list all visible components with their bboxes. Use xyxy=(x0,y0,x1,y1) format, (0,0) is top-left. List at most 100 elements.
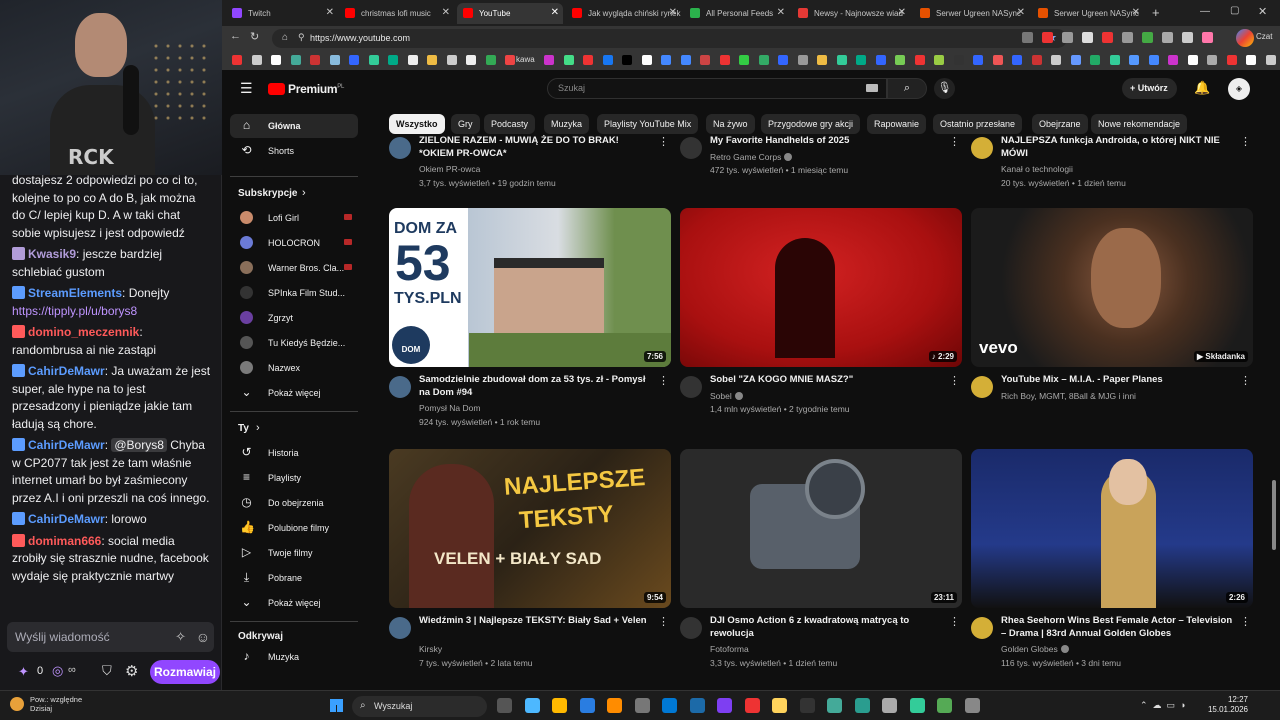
extension-icon[interactable] xyxy=(1142,32,1153,43)
bookmark-icon[interactable] xyxy=(485,55,496,65)
channel-avatar[interactable] xyxy=(680,617,702,639)
more-options-icon[interactable]: ⋮ xyxy=(949,374,960,387)
bookmark-icon[interactable] xyxy=(700,55,710,65)
chat-send-button[interactable]: Rozmawiaj xyxy=(150,660,220,684)
filter-chip[interactable]: Podcasty xyxy=(484,114,536,134)
taskbar-app-icon[interactable] xyxy=(552,698,567,713)
bookmark-icon[interactable] xyxy=(446,55,457,65)
search-input[interactable]: Szukaj xyxy=(547,78,887,99)
show-more-subscriptions[interactable]: ⌄ Pokaż więcej xyxy=(230,381,358,405)
filter-chip[interactable]: Muzyka xyxy=(544,114,590,134)
sidebar-item-główna[interactable]: ⌂ Główna xyxy=(230,114,358,138)
sidebar-subscription[interactable]: Tu Kiedyś Będzie... xyxy=(230,331,358,355)
bookmark-icon[interactable] xyxy=(368,55,379,65)
channel-name[interactable]: Pomysł Na Dom xyxy=(419,402,659,416)
bookmark-icon[interactable] xyxy=(427,55,437,65)
sidebar-item-playlisty[interactable]: ≡ Playlisty xyxy=(230,466,358,490)
browser-tab[interactable]: Newsy - Najnowsze wiad ✕ xyxy=(792,3,910,24)
bookmark-icon[interactable] xyxy=(1265,55,1276,65)
chat-mention[interactable]: @Borys8 xyxy=(111,438,167,452)
bookmark-icon[interactable] xyxy=(778,55,788,65)
sidebar-subscription[interactable]: Nazwex xyxy=(230,356,358,380)
extension-icon[interactable] xyxy=(1202,32,1213,43)
video-card[interactable]: ♪ 2:29 Sobel "ZA KOGO MNIE MASZ?" Sobel 1,4… xyxy=(680,208,962,433)
channel-name[interactable]: Rich Boy, MGMT, 8Ball & MJG i inni xyxy=(1001,390,1241,404)
back-arrow-icon[interactable]: ← xyxy=(230,30,241,42)
chat-link[interactable]: https://tipply.pl/u/borys8 xyxy=(12,304,137,318)
bookmark-icon[interactable] xyxy=(232,55,242,65)
video-thumbnail[interactable]: 23:11 xyxy=(680,449,962,608)
chat-username[interactable]: Kwasik9 xyxy=(28,247,76,261)
bookmark-icon[interactable] xyxy=(836,55,847,65)
sidebar-item-music[interactable]: ♪ Muzyka xyxy=(230,645,358,669)
sidebar-subscription[interactable]: SPInka Film Stud... xyxy=(230,281,358,305)
channel-avatar[interactable] xyxy=(971,617,993,639)
extension-icon[interactable] xyxy=(1082,32,1093,43)
extension-icon[interactable] xyxy=(1102,32,1113,43)
extension-icon[interactable] xyxy=(1122,32,1133,43)
bookmark-icon[interactable] xyxy=(251,55,262,65)
channel-name[interactable]: Fotoforma xyxy=(710,643,950,657)
bookmark-icon[interactable] xyxy=(622,55,632,65)
settings-gear-icon[interactable]: ⚙ xyxy=(125,662,138,680)
system-tray[interactable]: ⌃☁▭◑ xyxy=(1140,700,1190,711)
sidebar-subscription[interactable]: Warner Bros. Cla... xyxy=(230,256,358,280)
channel-name[interactable]: Sobel xyxy=(710,391,732,401)
chat-username[interactable]: StreamElements xyxy=(28,286,122,300)
chat-message-input[interactable]: Wyślij wiadomość ✧ ☺ xyxy=(7,622,214,652)
bookmark-icon[interactable] xyxy=(466,55,476,65)
account-avatar[interactable]: ◈ xyxy=(1228,78,1250,100)
tab-close-icon[interactable]: ✕ xyxy=(898,7,906,18)
bookmark-icon[interactable] xyxy=(661,55,671,65)
channel-avatar[interactable] xyxy=(389,137,411,159)
tab-close-icon[interactable]: ✕ xyxy=(442,7,450,18)
bookmark-icon[interactable] xyxy=(1090,55,1100,65)
bookmark-icon[interactable] xyxy=(310,55,320,65)
keyboard-icon[interactable] xyxy=(866,84,878,92)
sidebar-item-polubione-filmy[interactable]: 👍 Polubione filmy xyxy=(230,516,358,540)
create-button[interactable]: + Utwórz xyxy=(1122,78,1177,99)
bookmark-icon[interactable] xyxy=(1246,55,1256,65)
close-window-button[interactable]: ✕ xyxy=(1258,5,1267,18)
more-options-icon[interactable]: ⋮ xyxy=(658,374,669,387)
taskbar-app-icon[interactable] xyxy=(882,698,897,713)
tab-close-icon[interactable]: ✕ xyxy=(1132,7,1140,18)
sidebar-item-historia[interactable]: ↺ Historia xyxy=(230,441,358,465)
you-heading[interactable]: Ty xyxy=(238,423,249,434)
chat-username[interactable]: domino_meczennik xyxy=(28,325,139,339)
bookmark-icon[interactable] xyxy=(1129,55,1139,65)
bookmark-icon[interactable] xyxy=(719,55,730,65)
video-card[interactable]: vevo ▶ Składanka YouTube Mix – M.I.A. - Pa… xyxy=(971,208,1253,433)
emote-picker-icon[interactable]: ☺ xyxy=(196,629,210,645)
bookmark-icon[interactable] xyxy=(875,55,886,65)
bookmark-icon[interactable] xyxy=(797,55,808,65)
chat-username[interactable]: CahirDeMawr xyxy=(28,512,105,526)
sidebar-item-shorts[interactable]: ⟲ Shorts xyxy=(230,139,358,163)
filter-chip[interactable]: Obejrzane xyxy=(1032,114,1088,134)
channel-name[interactable]: Retro Game Corps xyxy=(710,152,781,162)
more-options-icon[interactable]: ⋮ xyxy=(1240,615,1251,628)
video-title[interactable]: DJI Osmo Action 6 z kwadratową matrycą t… xyxy=(710,615,942,640)
channel-avatar[interactable] xyxy=(971,137,993,159)
extension-icon[interactable] xyxy=(1062,32,1073,43)
more-options-icon[interactable]: ⋮ xyxy=(658,615,669,628)
bookmark-icon[interactable] xyxy=(1226,55,1237,65)
channel-avatar[interactable] xyxy=(389,376,411,398)
video-card[interactable]: My Favorite Handhelds of 2025 Retro Game … xyxy=(680,135,962,187)
taskbar-app-icon[interactable] xyxy=(717,698,732,713)
filter-chip[interactable]: Rapowanie xyxy=(867,114,927,134)
bookmark-icon[interactable] xyxy=(817,55,827,65)
bookmark-icon[interactable] xyxy=(271,55,281,65)
browser-tab[interactable]: Serwer Ugreen NASync ✕ xyxy=(1032,3,1144,24)
chat-username[interactable]: CahirDeMawr xyxy=(28,438,105,452)
page-scrollbar[interactable] xyxy=(1272,480,1276,550)
bookmark-icon[interactable] xyxy=(349,55,359,65)
weather-widget[interactable]: Pow.: względne Dzisiaj xyxy=(10,695,82,713)
bookmark-icon[interactable] xyxy=(1168,55,1178,65)
channel-name[interactable]: Okiem PR-owca xyxy=(419,163,659,177)
shield-icon[interactable]: ⛉ xyxy=(102,663,112,679)
video-title[interactable]: ZIELONE RAZEM - MUWIĄ ŻE DO TO BRAK! *OK… xyxy=(419,135,651,160)
bookmark-icon[interactable] xyxy=(563,55,574,65)
bookmark-icon[interactable] xyxy=(505,55,515,65)
sidebar-item-pobrane[interactable]: ⤓ Pobrane xyxy=(230,566,358,590)
